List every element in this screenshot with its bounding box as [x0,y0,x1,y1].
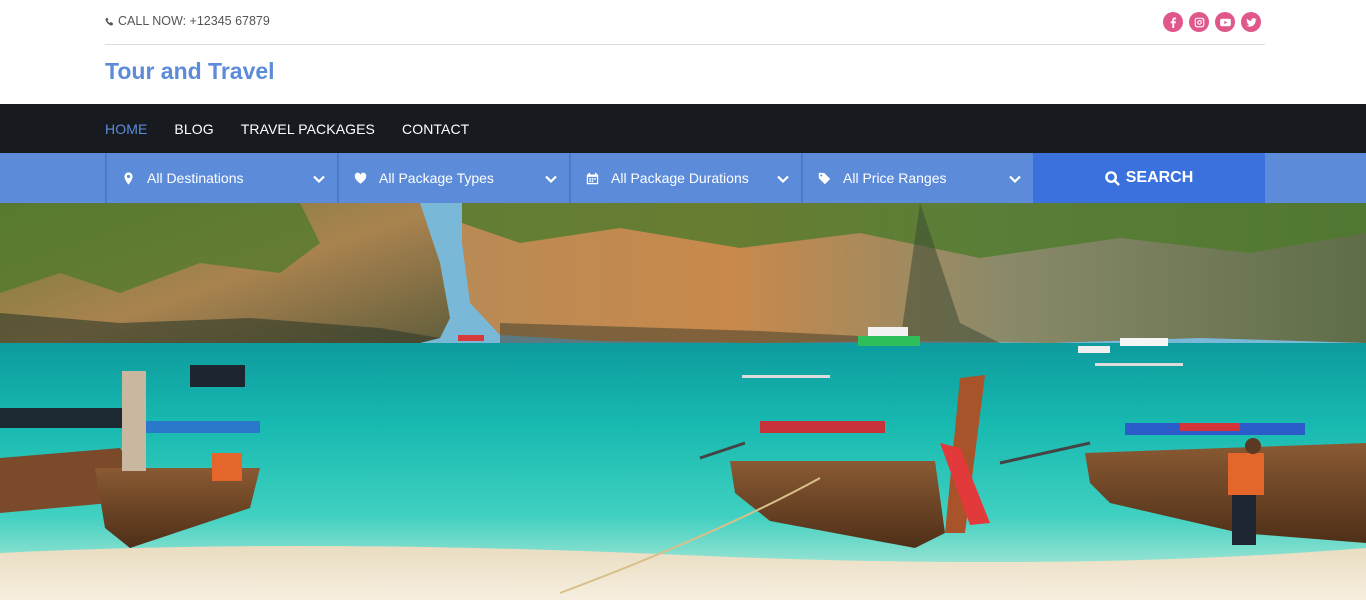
hero-banner-image [0,203,1366,600]
destination-select[interactable]: All Destinations [105,153,337,203]
top-bar: CALL NOW: +12345 67879 [105,0,1265,45]
tag-icon [817,171,831,185]
chevron-down-icon [545,170,557,186]
calendar-icon [585,171,599,185]
package-type-select[interactable]: All Package Types [337,153,569,203]
destination-select-label: All Destinations [147,170,244,186]
chevron-down-icon [1009,170,1021,186]
call-now-text: CALL NOW: +12345 67879 [118,14,270,28]
phone-icon [105,16,114,26]
nav-item-blog[interactable]: BLOG [174,121,213,137]
package-duration-select-label: All Package Durations [611,170,749,186]
youtube-icon[interactable] [1215,12,1235,32]
instagram-icon[interactable] [1189,12,1209,32]
social-links [1163,12,1261,32]
chevron-down-icon [777,170,789,186]
map-marker-icon [121,171,135,185]
heart-icon [353,171,367,185]
twitter-icon[interactable] [1241,12,1261,32]
package-duration-select[interactable]: All Package Durations [569,153,801,203]
site-title[interactable]: Tour and Travel [105,58,275,85]
nav-item-travel-packages[interactable]: TRAVEL PACKAGES [241,121,375,137]
price-range-select[interactable]: All Price Ranges [801,153,1033,203]
nav-item-contact[interactable]: CONTACT [402,121,469,137]
search-icon [1104,170,1120,186]
package-type-select-label: All Package Types [379,170,494,186]
call-now: CALL NOW: +12345 67879 [105,14,270,28]
search-button-label: SEARCH [1125,169,1194,186]
nav-item-home[interactable]: HOME [105,121,147,137]
search-button[interactable]: SEARCH [1033,153,1265,203]
main-nav: HOME BLOG TRAVEL PACKAGES CONTACT [0,104,1366,153]
price-range-select-label: All Price Ranges [843,170,947,186]
trip-search-bar: All Destinations All Package Types All P… [0,153,1366,203]
facebook-icon[interactable] [1163,12,1183,32]
chevron-down-icon [313,170,325,186]
